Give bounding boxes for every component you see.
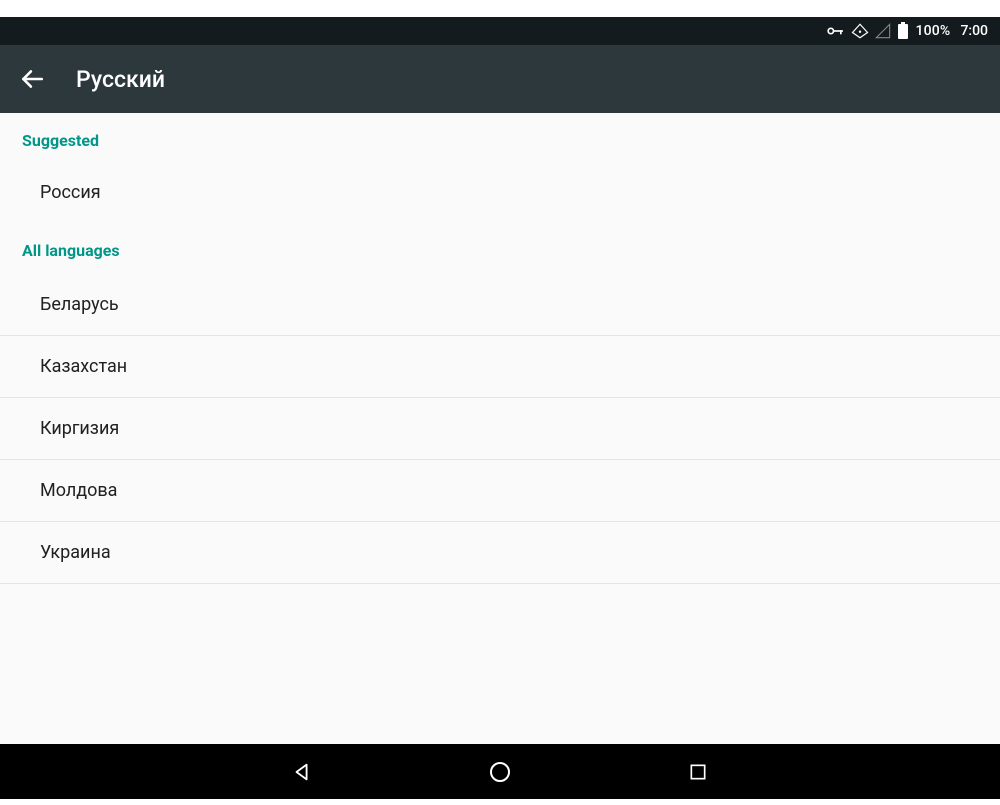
- page-title: Русский: [76, 66, 165, 93]
- list-item[interactable]: Киргизия: [0, 398, 1000, 460]
- section-header-all: All languages: [0, 223, 1000, 272]
- battery-icon: [897, 22, 909, 40]
- section-header-suggested: Suggested: [0, 113, 1000, 162]
- back-button[interactable]: [18, 65, 46, 93]
- letterbox-top: [0, 0, 1000, 17]
- vpn-key-icon: [825, 21, 845, 41]
- battery-percent: 100%: [915, 23, 950, 39]
- list-item[interactable]: Беларусь: [0, 274, 1000, 336]
- nav-home-button[interactable]: [486, 758, 514, 786]
- content-area: Suggested Россия All languages Беларусь …: [0, 113, 1000, 744]
- status-bar: 100% 7:00: [0, 17, 1000, 45]
- list-item[interactable]: Россия: [0, 162, 1000, 223]
- navigation-bar: [0, 744, 1000, 799]
- list-item[interactable]: Казахстан: [0, 336, 1000, 398]
- app-bar: Русский: [0, 45, 1000, 113]
- list-item[interactable]: Молдова: [0, 460, 1000, 522]
- wifi-icon: [851, 22, 869, 40]
- cell-signal-icon: [875, 23, 891, 39]
- all-languages-list: Беларусь Казахстан Киргизия Молдова Укра…: [0, 274, 1000, 584]
- nav-recent-button[interactable]: [684, 758, 712, 786]
- list-item[interactable]: Украина: [0, 522, 1000, 584]
- status-clock: 7:00: [960, 23, 988, 39]
- letterbox-bottom: [0, 799, 1000, 805]
- nav-back-button[interactable]: [288, 758, 316, 786]
